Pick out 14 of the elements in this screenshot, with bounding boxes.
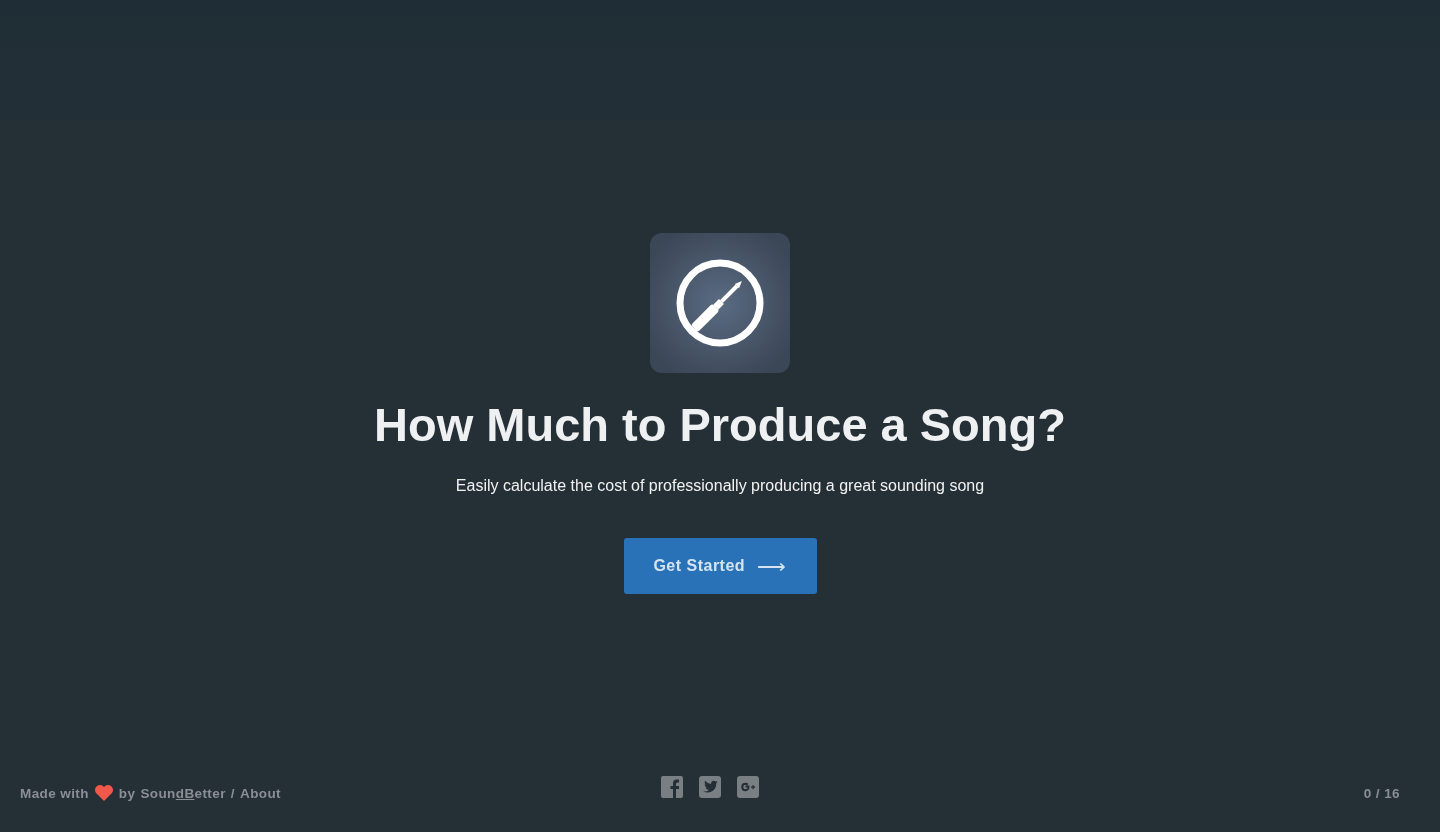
heart-icon (93, 784, 114, 802)
facebook-icon[interactable] (661, 776, 683, 798)
made-with-text: Made with (20, 785, 89, 801)
progress-counter: 0 / 16 (1363, 785, 1400, 801)
separator: / (230, 785, 235, 801)
page-title: How Much to Produce a Song? (374, 397, 1066, 453)
brand-link[interactable]: SoundBetter (140, 785, 226, 801)
about-link[interactable]: About (240, 785, 281, 801)
by-text: by (118, 785, 136, 801)
google-plus-icon[interactable] (737, 776, 759, 798)
get-started-button[interactable]: Get Started ⟶ (623, 538, 817, 595)
subtitle: Easily calculate the cost of professionally producing a great sounding song (455, 477, 985, 496)
audio-jack-logo-icon (650, 233, 790, 373)
twitter-icon[interactable] (699, 776, 721, 798)
